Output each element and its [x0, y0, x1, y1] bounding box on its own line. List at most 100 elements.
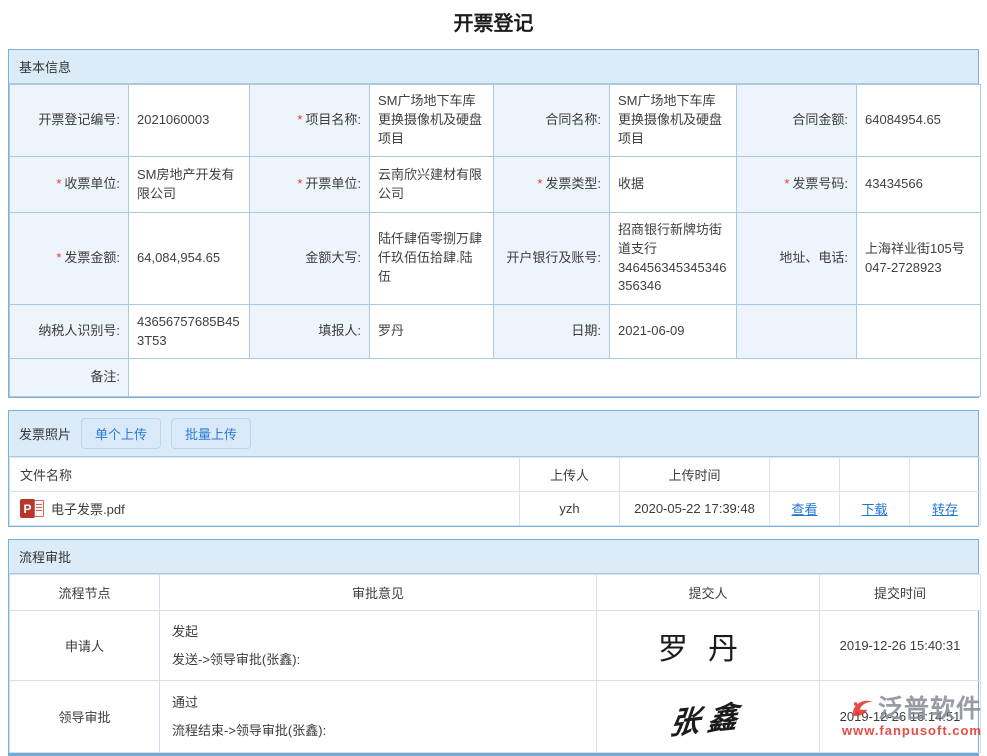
- field-label-contract-amount: 合同金额:: [737, 85, 857, 157]
- field-label-invoice-register-no: 开票登记编号:: [10, 85, 129, 157]
- basic-info-table: 开票登记编号: 2021060003 *项目名称: SM广场地下车库更换摄像机及…: [9, 84, 981, 397]
- field-value-invoice-number: 43434566: [857, 157, 981, 213]
- field-label-text: 开票单位:: [305, 176, 361, 191]
- approval-header-row: 流程节点 审批意见 提交人 提交时间: [10, 575, 981, 611]
- col-header-upload-time: 上传时间: [620, 458, 770, 492]
- field-label-invoice-type: *发票类型:: [494, 157, 610, 213]
- field-label-amount-in-words: 金额大写:: [250, 213, 370, 305]
- field-label-contract-name: 合同名称:: [494, 85, 610, 157]
- field-label-text: 备注:: [90, 369, 120, 384]
- page-title: 开票登记: [0, 0, 987, 49]
- submit-time-applicant: 2019-12-26 15:40:31: [820, 611, 981, 681]
- pdf-icon-page: [34, 500, 44, 517]
- field-label-text: 合同名称:: [545, 112, 601, 127]
- opinion-line-2: 流程结束->领导审批(张鑫):: [172, 717, 588, 744]
- opinion-line-2: 发送->领导审批(张鑫):: [172, 646, 588, 673]
- files-table: 文件名称 上传人 上传时间 P 电子发票.pdf yzh 2020-05-22 …: [9, 457, 981, 526]
- field-label-text: 纳税人识别号:: [38, 323, 120, 338]
- basic-info-row-1: 开票登记编号: 2021060003 *项目名称: SM广场地下车库更换摄像机及…: [10, 85, 981, 157]
- field-label-text: 地址、电话:: [779, 250, 848, 265]
- field-label-text: 收票单位:: [64, 176, 120, 191]
- basic-info-section-title: 基本信息: [9, 50, 978, 84]
- opinion-applicant: 发起 发送->领导审批(张鑫):: [160, 611, 597, 681]
- required-mark: *: [56, 176, 61, 191]
- batch-upload-button[interactable]: 批量上传: [171, 418, 251, 449]
- files-header-row: 文件名称 上传人 上传时间: [10, 458, 981, 492]
- invoice-photos-header: 发票照片 单个上传 批量上传: [9, 411, 978, 457]
- field-value-issuing-unit: 云南欣兴建材有限公司: [370, 157, 494, 213]
- opinion-line-1: 发起: [172, 618, 588, 645]
- field-label-taxpayer-id: 纳税人识别号:: [10, 305, 129, 359]
- submitter-signature-applicant: 罗丹: [597, 611, 820, 681]
- field-value-invoice-register-no: 2021060003: [129, 85, 250, 157]
- field-label-date: 日期:: [494, 305, 610, 359]
- col-header-action-1: [770, 458, 840, 492]
- col-header-file-name: 文件名称: [10, 458, 520, 492]
- approval-table: 流程节点 审批意见 提交人 提交时间 申请人 发起 发送->领导审批(张鑫): …: [9, 574, 981, 753]
- col-header-flow-node: 流程节点: [10, 575, 160, 611]
- col-header-approval-opinion: 审批意见: [160, 575, 597, 611]
- field-label-text: 项目名称:: [305, 112, 361, 127]
- field-label-invoice-amount: *发票金额:: [10, 213, 129, 305]
- required-mark: *: [537, 176, 542, 191]
- basic-info-row-5: 备注:: [10, 359, 981, 397]
- field-value-bank-and-account: 招商银行新牌坊街道支行 346456345345346356346: [610, 213, 737, 305]
- file-row: P 电子发票.pdf yzh 2020-05-22 17:39:48 查看 下载…: [10, 492, 981, 526]
- required-mark: *: [297, 112, 302, 127]
- single-upload-button[interactable]: 单个上传: [81, 418, 161, 449]
- invoice-photos-section: 发票照片 单个上传 批量上传 文件名称 上传人 上传时间 P 电子发票: [8, 410, 979, 527]
- submitter-signature-leader: 张鑫: [597, 681, 820, 753]
- view-link[interactable]: 查看: [791, 502, 817, 517]
- field-value-remarks: [129, 359, 981, 397]
- required-mark: *: [56, 250, 61, 265]
- basic-info-section: 基本信息 开票登记编号: 2021060003 *项目名称: SM广场地下车库更…: [8, 49, 979, 398]
- download-link[interactable]: 下载: [861, 502, 887, 517]
- file-upload-time: 2020-05-22 17:39:48: [620, 492, 770, 526]
- file-name-cell: P 电子发票.pdf: [10, 492, 520, 526]
- col-header-uploader: 上传人: [520, 458, 620, 492]
- approval-row-applicant: 申请人 发起 发送->领导审批(张鑫): 罗丹 2019-12-26 15:40…: [10, 611, 981, 681]
- signature-text: 张鑫: [668, 690, 748, 743]
- approval-section: 流程审批 流程节点 审批意见 提交人 提交时间 申请人 发起 发送->领导审批(…: [8, 539, 979, 756]
- field-label-text: 合同金额:: [792, 112, 848, 127]
- field-label-text: 发票金额:: [64, 250, 120, 265]
- transfer-save-link[interactable]: 转存: [932, 502, 958, 517]
- field-value-address-phone: 上海祥业街105号 047-2728923: [857, 213, 981, 305]
- col-header-action-2: [840, 458, 910, 492]
- field-value-amount-in-words: 陆仟肆佰零捌万肆仟玖佰伍拾肆.陆伍: [370, 213, 494, 305]
- field-value-contract-amount: 64084954.65: [857, 85, 981, 157]
- field-value-invoice-type: 收据: [610, 157, 737, 213]
- field-label-remarks: 备注:: [10, 359, 129, 397]
- field-label-text: 金额大写:: [305, 250, 361, 265]
- file-name: 电子发票.pdf: [51, 499, 125, 518]
- field-label-project-name: *项目名称:: [250, 85, 370, 157]
- col-header-action-3: [910, 458, 981, 492]
- basic-info-row-3: *发票金额: 64,084,954.65 金额大写: 陆仟肆佰零捌万肆仟玖佰伍拾…: [10, 213, 981, 305]
- field-value-project-name: SM广场地下车库更换摄像机及硬盘项目: [370, 85, 494, 157]
- field-label-address-phone: 地址、电话:: [737, 213, 857, 305]
- field-value-taxpayer-id: 43656757685B453T53: [129, 305, 250, 359]
- field-label-invoice-number: *发票号码:: [737, 157, 857, 213]
- field-value-empty: [857, 305, 981, 359]
- field-label-text: 填报人:: [318, 323, 361, 338]
- pdf-icon-letter: P: [20, 499, 35, 518]
- field-label-text: 开票登记编号:: [38, 112, 120, 127]
- field-label-text: 日期:: [571, 323, 601, 338]
- opinion-leader: 通过 流程结束->领导审批(张鑫):: [160, 681, 597, 753]
- file-uploader: yzh: [520, 492, 620, 526]
- field-value-filler: 罗丹: [370, 305, 494, 359]
- opinion-line-1: 通过: [172, 689, 588, 716]
- approval-row-leader: 领导审批 通过 流程结束->领导审批(张鑫): 张鑫 2019-12-26 16…: [10, 681, 981, 753]
- signature-text: 罗丹: [658, 632, 758, 667]
- field-label-text: 发票号码:: [792, 176, 848, 191]
- flow-node-applicant: 申请人: [10, 611, 160, 681]
- basic-info-row-4: 纳税人识别号: 43656757685B453T53 填报人: 罗丹 日期: 2…: [10, 305, 981, 359]
- field-label-filler: 填报人:: [250, 305, 370, 359]
- submit-time-leader: 2019-12-26 16:14:51: [820, 681, 981, 753]
- pdf-file-icon: P: [20, 499, 44, 518]
- field-value-contract-name: SM广场地下车库更换摄像机及硬盘项目: [610, 85, 737, 157]
- approval-section-title: 流程审批: [9, 540, 978, 574]
- col-header-submitter: 提交人: [597, 575, 820, 611]
- field-label-empty: [737, 305, 857, 359]
- field-value-invoice-amount: 64,084,954.65: [129, 213, 250, 305]
